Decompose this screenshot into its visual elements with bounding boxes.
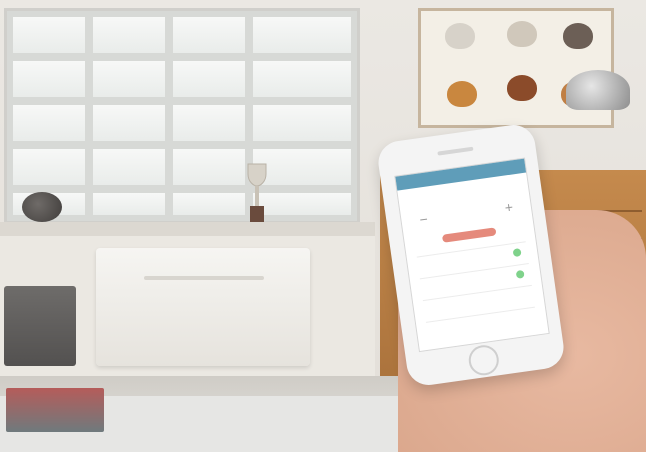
smartphone: − + (375, 122, 567, 388)
living-room-scene: − + (0, 0, 646, 452)
home-button (466, 343, 501, 378)
trophy (247, 163, 267, 222)
mode-indicator (441, 227, 497, 243)
heater-vent (144, 276, 264, 280)
phone-screen: − + (394, 157, 550, 353)
plus-icon: + (503, 198, 514, 216)
window-sill (0, 222, 375, 236)
phone-speaker (437, 146, 474, 156)
desk-lamp (566, 70, 630, 110)
wall-heater (96, 248, 310, 366)
window (4, 8, 360, 224)
minus-icon: − (418, 210, 429, 228)
book-stack (6, 388, 104, 432)
stool (4, 286, 76, 366)
vase (22, 192, 62, 222)
framed-chicken-print (418, 8, 614, 128)
app-header-bar (395, 158, 527, 191)
